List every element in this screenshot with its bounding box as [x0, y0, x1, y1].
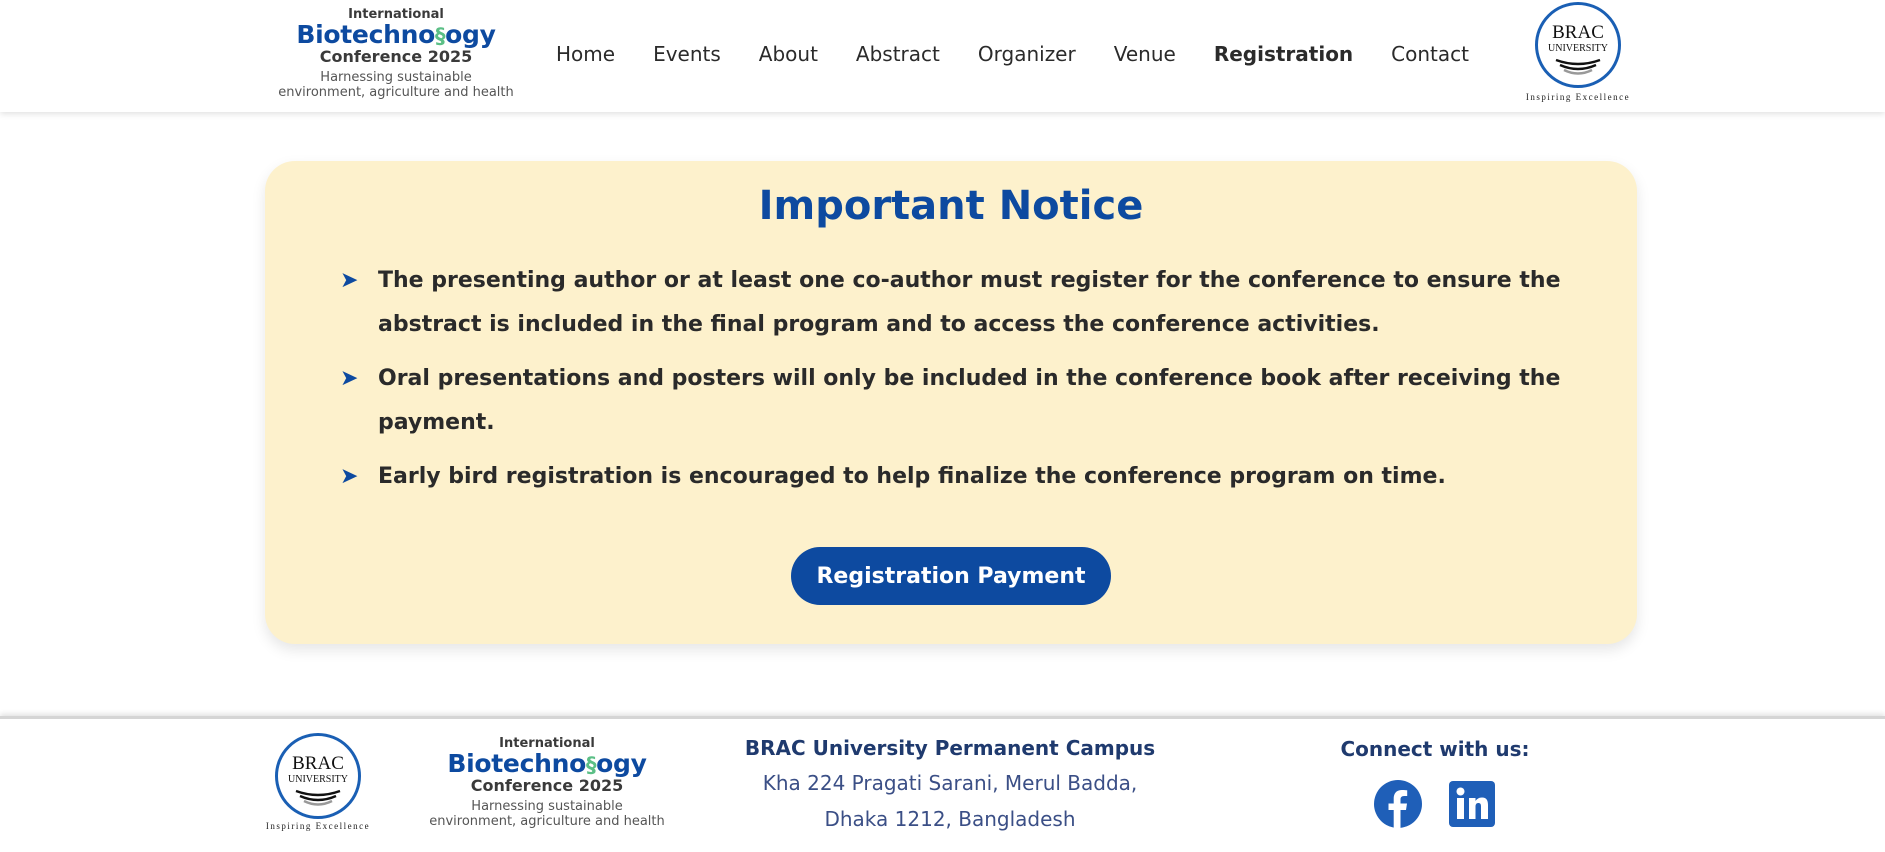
- notice-item: ➤ Oral presentations and posters will on…: [340, 357, 1570, 445]
- book-icon: [295, 789, 341, 806]
- footer-conference-logo[interactable]: International Biotechno§ogy Conference 2…: [426, 737, 668, 829]
- conference-logo[interactable]: International Biotechno§ogy Conference 2…: [276, 8, 516, 100]
- campus-title: BRAC University Permanent Campus: [744, 736, 1156, 760]
- main-nav: Home Events About Abstract Organizer Ven…: [556, 38, 1469, 70]
- conference-logo-title: Biotechno§ogy: [296, 20, 496, 49]
- conference-logo-year: Conference 2025: [319, 47, 473, 66]
- arrow-right-icon: ➤: [340, 366, 359, 391]
- book-icon: [1555, 58, 1601, 75]
- site-footer: BRAC UNIVERSITY Inspiring Excellence Int…: [0, 716, 1885, 852]
- notice-title: Important Notice: [758, 183, 1144, 229]
- conference-logo-tagline: Harnessing sustainable environment, agri…: [278, 70, 514, 100]
- dna-icon: §: [585, 753, 597, 777]
- address-line: Kha 224 Pragati Sarani, Merul Badda,: [762, 771, 1138, 795]
- social-links: [1300, 779, 1570, 829]
- footer-brac-logo[interactable]: BRAC UNIVERSITY Inspiring Excellence: [258, 733, 378, 831]
- nav-home[interactable]: Home: [556, 42, 615, 66]
- nav-venue[interactable]: Venue: [1114, 42, 1176, 66]
- nav-contact[interactable]: Contact: [1391, 42, 1469, 66]
- nav-organizer[interactable]: Organizer: [978, 42, 1076, 66]
- notice-item: ➤ The presenting author or at least one …: [340, 259, 1570, 347]
- connect-section: Connect with us:: [1300, 737, 1570, 829]
- address-line: Dhaka 1212, Bangladesh: [824, 807, 1076, 831]
- arrow-right-icon: ➤: [340, 268, 359, 293]
- arrow-right-icon: ➤: [340, 464, 359, 489]
- nav-events[interactable]: Events: [653, 42, 721, 66]
- nav-abstract[interactable]: Abstract: [856, 42, 940, 66]
- notice-list: ➤ The presenting author or at least one …: [340, 259, 1570, 509]
- registration-payment-button[interactable]: Registration Payment: [791, 547, 1111, 605]
- nav-registration[interactable]: Registration: [1214, 42, 1353, 66]
- connect-title: Connect with us:: [1340, 737, 1530, 761]
- dna-icon: §: [434, 24, 446, 48]
- site-header: International Biotechno§ogy Conference 2…: [0, 0, 1885, 112]
- linkedin-icon[interactable]: [1447, 779, 1497, 829]
- nav-about[interactable]: About: [759, 42, 818, 66]
- facebook-icon[interactable]: [1373, 779, 1423, 829]
- notice-item: ➤ Early bird registration is encouraged …: [340, 455, 1570, 499]
- campus-address: BRAC University Permanent Campus Kha 224…: [700, 735, 1200, 837]
- important-notice-card: Important Notice ➤ The presenting author…: [265, 161, 1637, 644]
- brac-university-logo[interactable]: BRAC UNIVERSITY Inspiring Excellence: [1516, 2, 1640, 102]
